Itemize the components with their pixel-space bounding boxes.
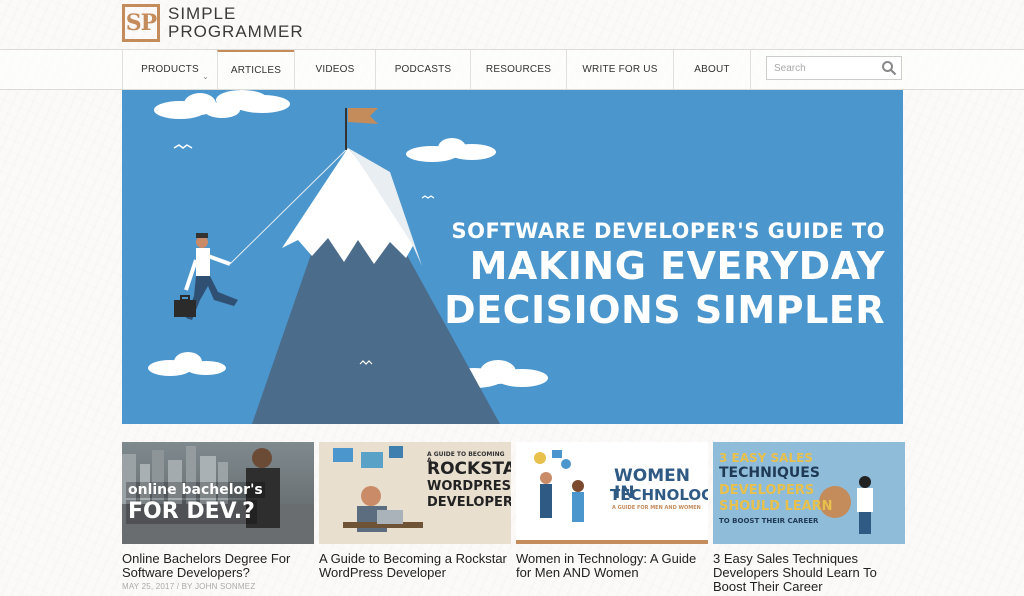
- logo-text: SIMPLE PROGRAMMER: [168, 5, 304, 41]
- nav-item-podcasts[interactable]: PODCASTS: [375, 50, 470, 89]
- nav-item-videos[interactable]: VIDEOS: [294, 50, 375, 89]
- hero-title-line3: DECISIONS SIMPLER: [444, 288, 885, 332]
- nav-item-label: PODCASTS: [394, 64, 452, 75]
- hero-title-line2: MAKING EVERYDAY: [469, 244, 885, 288]
- logo-mark: SP: [122, 4, 160, 42]
- nav-item-label: PRODUCTS: [141, 64, 199, 75]
- hero-title: SOFTWARE DEVELOPER'S GUIDE TO MAKING EVE…: [444, 218, 885, 332]
- thumb-text-3: WORDPRESS: [427, 479, 511, 494]
- thumb-text-3: DEVELOPERS: [719, 483, 815, 498]
- nav-item-label: ABOUT: [694, 64, 730, 75]
- main-nav: PRODUCTS ⌄ ARTICLES VIDEOS PODCASTS RESO…: [0, 49, 1024, 90]
- thumb-text-2: ROCKSTAR: [427, 459, 511, 479]
- article-card[interactable]: online bachelor's FOR DEV.? Online Bache…: [122, 442, 314, 594]
- nav-item-label: WRITE FOR US: [582, 64, 658, 75]
- nav-item-articles[interactable]: ARTICLES: [217, 50, 294, 89]
- article-thumbnail[interactable]: A GUIDE TO BECOMING A ROCKSTAR WORDPRESS…: [319, 442, 511, 544]
- site-logo[interactable]: SP SIMPLE PROGRAMMER: [122, 4, 304, 42]
- nav-item-resources[interactable]: RESOURCES: [470, 50, 566, 89]
- thumb-text-2: TECHNIQUES: [719, 465, 820, 481]
- article-thumbnail[interactable]: online bachelor's FOR DEV.?: [122, 442, 314, 544]
- article-title[interactable]: A Guide to Becoming a Rockstar WordPress…: [319, 552, 511, 580]
- article-title[interactable]: Women in Technology: A Guide for Men AND…: [516, 552, 708, 580]
- article-card[interactable]: A GUIDE TO BECOMING A ROCKSTAR WORDPRESS…: [319, 442, 511, 594]
- article-meta: MAY 25, 2017 / BY JOHN SONMEZ: [122, 582, 256, 591]
- hero-banner[interactable]: SOFTWARE DEVELOPER'S GUIDE TO MAKING EVE…: [122, 90, 903, 424]
- article-title[interactable]: 3 Easy Sales Techniques Developers Shoul…: [713, 552, 905, 594]
- nav-item-label: RESOURCES: [485, 64, 552, 75]
- search-icon[interactable]: [881, 60, 897, 76]
- article-card[interactable]: 3 EASY SALES TECHNIQUES DEVELOPERS SHOUL…: [713, 442, 905, 594]
- logo-line2: PROGRAMMER: [168, 22, 304, 41]
- thumb-text-1: 3 EASY SALES: [719, 451, 813, 465]
- thumb-text-4: SHOULD LEARN: [719, 499, 833, 514]
- search-input[interactable]: [767, 57, 874, 79]
- nav-item-products[interactable]: PRODUCTS ⌄: [122, 50, 217, 89]
- thumb-text-3: A GUIDE FOR MEN AND WOMEN: [612, 505, 701, 511]
- article-card[interactable]: WOMEN IN TECHNOLOGY A GUIDE FOR MEN AND …: [516, 442, 708, 594]
- article-list: online bachelor's FOR DEV.? Online Bache…: [122, 442, 905, 594]
- search-box: [766, 56, 902, 80]
- nav-items: PRODUCTS ⌄ ARTICLES VIDEOS PODCASTS RESO…: [122, 50, 751, 89]
- logo-line1: SIMPLE: [168, 4, 237, 23]
- article-thumbnail[interactable]: 3 EASY SALES TECHNIQUES DEVELOPERS SHOUL…: [713, 442, 905, 544]
- nav-item-about[interactable]: ABOUT: [673, 50, 751, 89]
- chevron-down-icon: ⌄: [202, 72, 209, 81]
- thumb-text-2: FOR DEV.?: [126, 499, 257, 524]
- thumb-text-4: DEVELOPER: [427, 495, 511, 510]
- thumb-text-2: TECHNOLOGY: [610, 486, 708, 504]
- nav-item-label: VIDEOS: [315, 64, 355, 75]
- nav-item-label: ARTICLES: [230, 65, 282, 76]
- thumb-text-5: TO BOOST THEIR CAREER: [719, 517, 819, 525]
- thumb-text-1: online bachelor's: [126, 482, 265, 498]
- hero-title-line1: SOFTWARE DEVELOPER'S GUIDE TO: [451, 219, 885, 243]
- nav-item-write-for-us[interactable]: WRITE FOR US: [566, 50, 673, 89]
- article-title[interactable]: Online Bachelors Degree For Software Dev…: [122, 552, 314, 580]
- article-thumbnail[interactable]: WOMEN IN TECHNOLOGY A GUIDE FOR MEN AND …: [516, 442, 708, 544]
